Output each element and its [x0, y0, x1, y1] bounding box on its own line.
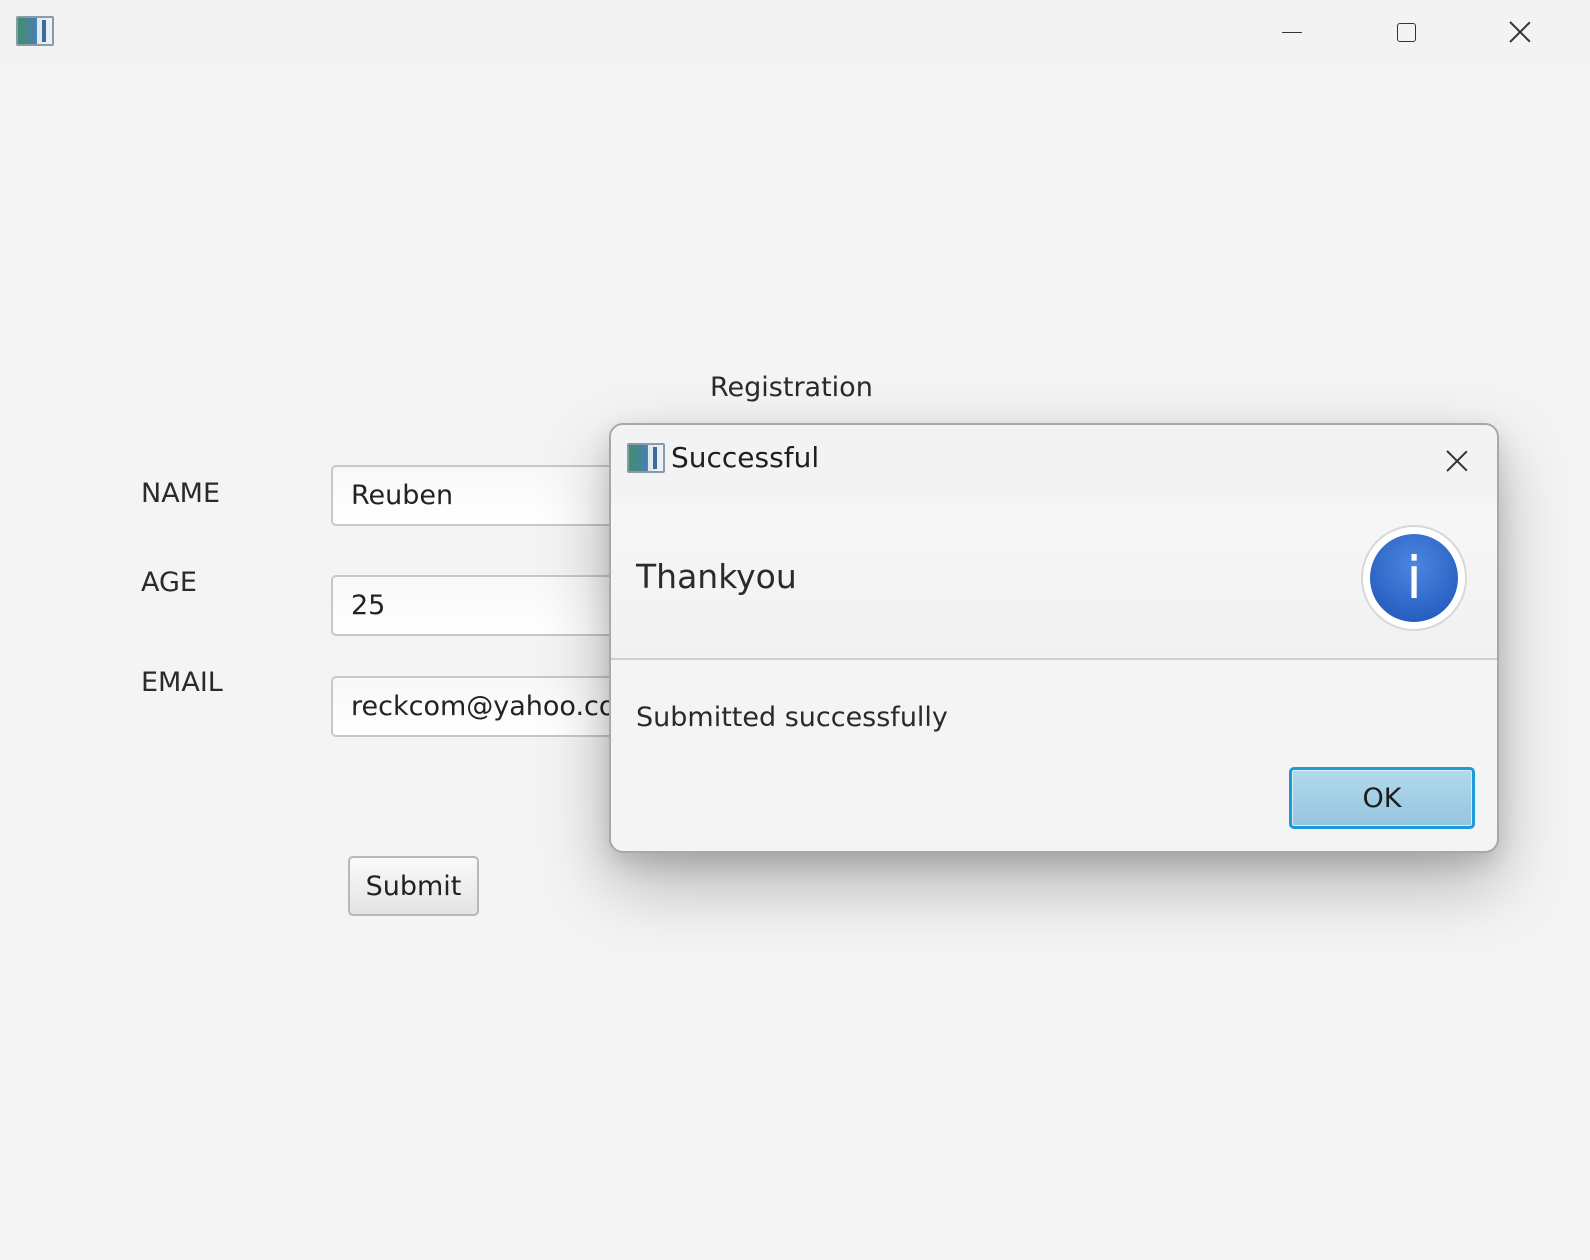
dialog-title: Successful — [671, 441, 820, 474]
submit-button[interactable]: Submit — [348, 856, 479, 916]
close-icon — [1446, 450, 1468, 472]
dialog-close-button[interactable] — [1437, 441, 1477, 481]
minimize-button[interactable] — [1264, 12, 1320, 52]
dialog-title-bar[interactable]: Successful — [611, 425, 1497, 501]
success-dialog: Successful Thankyou i Submitted successf… — [609, 423, 1499, 853]
email-label: EMAIL — [141, 667, 223, 698]
close-button[interactable] — [1492, 12, 1548, 52]
dialog-header-text: Thankyou — [636, 557, 797, 596]
close-icon — [1509, 21, 1531, 43]
age-label: AGE — [141, 567, 197, 598]
app-icon — [16, 16, 54, 46]
maximize-button[interactable] — [1378, 12, 1434, 52]
dialog-header: Thankyou i — [611, 505, 1497, 660]
info-icon: i — [1361, 525, 1467, 631]
name-label: NAME — [141, 478, 221, 509]
form-title: Registration — [710, 372, 873, 403]
info-icon-glyph: i — [1370, 534, 1458, 622]
ok-button[interactable]: OK — [1289, 767, 1475, 829]
minimize-icon — [1282, 31, 1302, 33]
title-bar[interactable] — [0, 0, 1590, 66]
main-window: Registration NAME Reuben AGE 25 EMAIL re… — [0, 0, 1590, 1260]
dialog-app-icon — [627, 443, 665, 473]
dialog-content-text: Submitted successfully — [636, 702, 948, 733]
maximize-icon — [1396, 22, 1416, 42]
